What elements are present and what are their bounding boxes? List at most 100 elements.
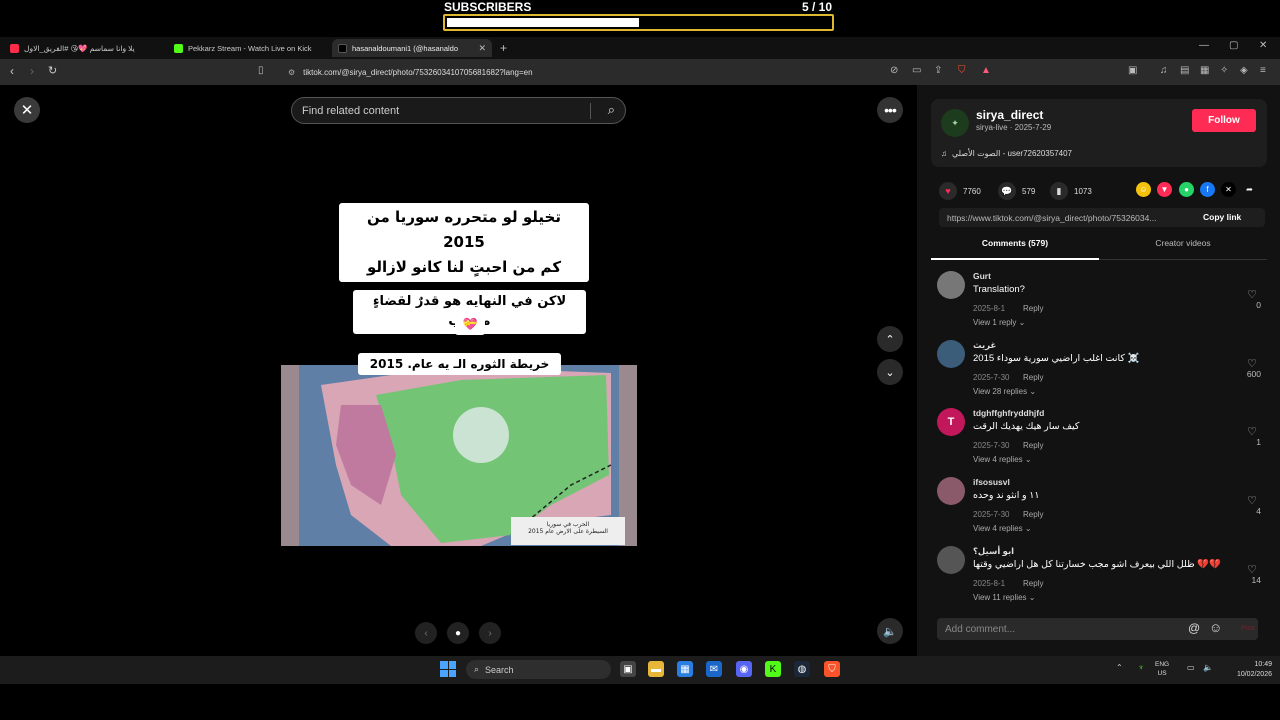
prev-photo-button[interactable]: ‹: [415, 622, 437, 644]
save-stat[interactable]: ▮ 1073: [1050, 182, 1092, 200]
comment-username[interactable]: ifsosusvl: [973, 477, 1010, 487]
kick-app-icon[interactable]: K: [765, 661, 781, 677]
share-repost-icon[interactable]: ▼: [1157, 182, 1172, 197]
view-replies-button[interactable]: View 11 replies ⌄: [973, 593, 1035, 602]
wallet-icon[interactable]: ▦: [1200, 65, 1209, 76]
post-comment-button[interactable]: Post: [1241, 625, 1255, 632]
browser-tab-1[interactable]: يلا وانا سماسم 💖😘 #الفريق_الاول: [4, 39, 164, 57]
mail-icon[interactable]: ✉: [706, 661, 722, 677]
comment-username[interactable]: Gurt: [973, 271, 991, 281]
file-explorer-icon[interactable]: ▬: [648, 661, 664, 677]
music-icon[interactable]: ♫: [1160, 65, 1168, 76]
share-icon[interactable]: ⇪: [934, 65, 942, 76]
related-search-input[interactable]: Find related content ⌕: [291, 97, 626, 124]
avatar[interactable]: T: [937, 408, 965, 436]
new-tab-button[interactable]: +: [500, 41, 507, 55]
tab-comments[interactable]: Comments (579): [931, 238, 1099, 260]
copy-link-button[interactable]: Copy link: [1203, 212, 1241, 222]
reply-button[interactable]: Reply: [1023, 441, 1043, 450]
volume-icon[interactable]: 🔈: [877, 618, 903, 644]
bookmark-icon[interactable]: ▮: [1050, 182, 1068, 200]
comment-icon[interactable]: 💬: [998, 182, 1016, 200]
browser-tab-2[interactable]: Pekkarz Stream - Watch Live on Kick: [168, 39, 326, 57]
sidebar-icon[interactable]: ▣: [1128, 65, 1137, 76]
menu-icon[interactable]: ≡: [1260, 65, 1266, 76]
subscriber-count: 5 / 10: [801, 0, 832, 14]
music-line[interactable]: ♫ الصوت الأصلي - user72620357407: [941, 149, 1072, 158]
view-replies-button[interactable]: View 28 replies ⌄: [973, 387, 1036, 396]
emoji-icon[interactable]: ☺: [1209, 620, 1222, 635]
comment-like-count: 4: [1256, 506, 1261, 516]
comment-item: Gurt Translation? 2025-8-1 Reply View 1 repl…: [937, 271, 1271, 335]
site-info-icon[interactable]: ⚙: [288, 68, 295, 77]
subscriber-label: SUBSCRIBERS: [444, 0, 532, 14]
avatar[interactable]: [937, 271, 965, 299]
windows-start-icon[interactable]: [440, 661, 456, 677]
reply-button[interactable]: Reply: [1023, 510, 1043, 519]
reply-button[interactable]: Reply: [1023, 304, 1043, 313]
next-photo-button[interactable]: ›: [479, 622, 501, 644]
clock[interactable]: 10:49 10/02/2026: [1222, 660, 1272, 680]
cast-icon[interactable]: ▭: [912, 65, 921, 76]
avatar[interactable]: [937, 477, 965, 505]
view-replies-button[interactable]: View 1 reply ⌄: [973, 318, 1025, 327]
avatar[interactable]: [937, 340, 965, 368]
comment-username[interactable]: tdghffghfryddhjfd: [973, 408, 1044, 418]
browser-tab-3[interactable]: hasanaldoumani1 (@hasanaldo ✕: [332, 39, 492, 57]
maximize-icon[interactable]: ▢: [1229, 40, 1238, 51]
facebook-icon[interactable]: f: [1200, 182, 1215, 197]
avatar[interactable]: [937, 546, 965, 574]
author-username[interactable]: sirya_direct: [976, 108, 1043, 122]
brave-icon[interactable]: ⛉: [824, 661, 840, 677]
taskbar-search[interactable]: ⌕ Search: [466, 660, 611, 679]
language-indicator[interactable]: ENG US: [1155, 660, 1169, 678]
comment-username[interactable]: ابو أسيل؟: [973, 546, 1014, 557]
share-coin-icon[interactable]: ☺: [1136, 182, 1151, 197]
block-icon[interactable]: ⊘: [890, 65, 898, 76]
search-icon[interactable]: ⌕: [608, 102, 615, 118]
store-icon[interactable]: ▦: [677, 661, 693, 677]
tab-creator-videos[interactable]: Creator videos: [1099, 238, 1267, 260]
tray-expand-icon[interactable]: ⌃: [1116, 663, 1123, 672]
comment-username[interactable]: غريث: [973, 340, 996, 351]
previous-post-button[interactable]: ⌃: [877, 326, 903, 352]
close-window-icon[interactable]: ✕: [1259, 40, 1267, 51]
vpn-icon[interactable]: ◈: [1240, 65, 1248, 76]
avatar[interactable]: ✦: [941, 109, 969, 137]
next-post-button[interactable]: ⌄: [877, 359, 903, 385]
reader-icon[interactable]: ▤: [1180, 65, 1189, 76]
more-options-button[interactable]: •••: [877, 97, 903, 123]
speaker-icon[interactable]: 🔈: [1203, 663, 1213, 672]
like-count: 7760: [963, 186, 981, 196]
forward-icon[interactable]: ›: [30, 64, 34, 78]
bookmark-icon[interactable]: ▯: [258, 65, 264, 76]
leo-icon[interactable]: ✧: [1220, 65, 1228, 76]
reply-button[interactable]: Reply: [1023, 373, 1043, 382]
follow-button[interactable]: Follow: [1192, 109, 1256, 132]
close-viewer-button[interactable]: ✕: [14, 97, 40, 123]
kick-icon: [174, 43, 183, 53]
reply-button[interactable]: Reply: [1023, 579, 1043, 588]
mention-icon[interactable]: @: [1188, 621, 1200, 635]
tray-app-icon[interactable]: ♆: [1138, 663, 1144, 672]
task-view-icon[interactable]: ▣: [620, 661, 636, 677]
comment-stat[interactable]: 💬 579: [998, 182, 1035, 200]
x-icon[interactable]: ✕: [1221, 182, 1236, 197]
share-arrow-icon[interactable]: ➦: [1242, 182, 1257, 197]
minimize-icon[interactable]: —: [1199, 40, 1209, 51]
network-icon[interactable]: ▭: [1187, 663, 1195, 672]
heart-icon[interactable]: ♥: [939, 182, 957, 200]
photo-indicator-dot[interactable]: ●: [447, 622, 469, 644]
rewards-icon[interactable]: ▲: [981, 65, 991, 76]
view-replies-button[interactable]: View 4 replies ⌄: [973, 455, 1032, 464]
close-tab-icon[interactable]: ✕: [478, 43, 486, 54]
whatsapp-icon[interactable]: ●: [1179, 182, 1194, 197]
steam-icon[interactable]: ◍: [794, 661, 810, 677]
view-replies-button[interactable]: View 4 replies ⌄: [973, 524, 1032, 533]
like-stat[interactable]: ♥ 7760: [939, 182, 981, 200]
reload-icon[interactable]: ↻: [48, 64, 57, 77]
discord-icon[interactable]: ◉: [736, 661, 752, 677]
author-meta: sirya-live · 2025-7-29: [976, 123, 1052, 132]
back-icon[interactable]: ‹: [10, 64, 14, 78]
brave-shield-icon[interactable]: ⛉: [958, 65, 966, 76]
